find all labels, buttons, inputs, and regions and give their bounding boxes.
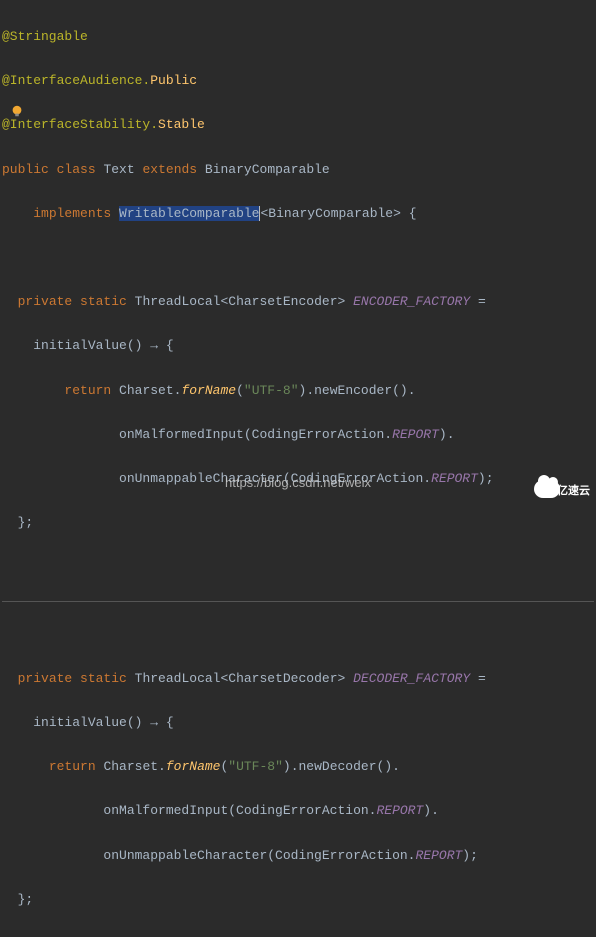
type-enc: ThreadLocal<CharsetEncoder> (135, 294, 346, 309)
report-enc1: REPORT (392, 427, 439, 442)
after-report-enc1: ). (439, 427, 455, 442)
lambda-open-enc: () → { (127, 338, 174, 353)
unmap-dec: onUnmappableCharacter(CodingErrorAction. (103, 848, 415, 863)
keyword-private-dec: private (18, 671, 73, 686)
code-line: }; (2, 512, 594, 534)
charset-enc: Charset. (119, 383, 181, 398)
selection-writablecomparable[interactable]: WritableComparable (119, 206, 259, 221)
after-report-dec1: ). (423, 803, 439, 818)
charset-dec: Charset. (103, 759, 165, 774)
code-line: private static ThreadLocal<CharsetDecode… (2, 668, 594, 690)
keyword-class: class (57, 162, 96, 177)
assign: = (478, 294, 486, 309)
keyword-return-dec: return (49, 759, 96, 774)
close-enc: }; (18, 515, 34, 530)
keyword-public: public (2, 162, 49, 177)
field-encoder-factory: ENCODER_FACTORY (353, 294, 470, 309)
keyword-static: static (80, 294, 127, 309)
blank-line (2, 624, 594, 646)
newencoder: .newEncoder(). (306, 383, 415, 398)
type-dec: ThreadLocal<CharsetDecoder> (135, 671, 346, 686)
code-line: return Charset.forName("UTF-8").newDecod… (2, 756, 594, 778)
code-line: @InterfaceStability.Stable (2, 114, 594, 136)
code-line: implements WritableComparable<BinaryComp… (2, 203, 594, 225)
malformed-dec: onMalformedInput(CodingErrorAction. (103, 803, 376, 818)
code-line: }; (2, 889, 594, 911)
code-line: onMalformedInput(CodingErrorAction.REPOR… (2, 800, 594, 822)
watermark-text: https://blog.csdn.net/weix (0, 472, 596, 494)
string-utf8-dec: "UTF-8" (228, 759, 283, 774)
field-decoder-factory: DECODER_FACTORY (353, 671, 470, 686)
code-line: onUnmappableCharacter(CodingErrorAction.… (2, 845, 594, 867)
keyword-private: private (18, 294, 73, 309)
superclass: BinaryComparable (205, 162, 330, 177)
report-dec2: REPORT (415, 848, 462, 863)
keyword-return: return (64, 383, 111, 398)
separator-line (2, 601, 594, 602)
newdecoder: .newDecoder(). (291, 759, 400, 774)
close-dec: }; (18, 892, 34, 907)
keyword-static-dec: static (80, 671, 127, 686)
code-line: initialValue() → { (2, 712, 594, 734)
code-line: private static ThreadLocal<CharsetEncode… (2, 291, 594, 313)
annotation-audience-prefix: @InterfaceAudience. (2, 73, 150, 88)
code-line: initialValue() → { (2, 335, 594, 357)
code-line: public class Text extends BinaryComparab… (2, 159, 594, 181)
annotation-stability-prefix: @InterfaceStability. (2, 117, 158, 132)
class-name: Text (103, 162, 134, 177)
annotation-audience-value: Public (150, 73, 197, 88)
generic-type: <BinaryComparable> { (260, 206, 416, 221)
blank-line (2, 247, 594, 269)
logo-text: 亿速云 (557, 482, 590, 501)
annotation-stability-value: Stable (158, 117, 205, 132)
code-line: @Stringable (2, 26, 594, 48)
annotation-stringable: @Stringable (2, 29, 88, 44)
assign-dec: = (478, 671, 486, 686)
blank-line (2, 556, 594, 578)
malformed-enc: onMalformedInput(CodingErrorAction. (119, 427, 392, 442)
code-line: return Charset.forName("UTF-8").newEncod… (2, 380, 594, 402)
after-report-dec2: ); (462, 848, 478, 863)
forname-dec: forName (166, 759, 221, 774)
keyword-implements: implements (33, 206, 111, 221)
code-line: @InterfaceAudience.Public (2, 70, 594, 92)
init-lhs-enc: initialValue (33, 338, 127, 353)
keyword-extends: extends (142, 162, 197, 177)
forname-enc: forName (181, 383, 236, 398)
report-dec1: REPORT (376, 803, 423, 818)
string-utf8-enc: "UTF-8" (244, 383, 299, 398)
lambda-open-dec: () → { (127, 715, 174, 730)
yisu-logo: 亿速云 (530, 476, 590, 502)
code-editor[interactable]: @Stringable @InterfaceAudience.Public @I… (0, 0, 596, 937)
code-line: onMalformedInput(CodingErrorAction.REPOR… (2, 424, 594, 446)
init-lhs-dec: initialValue (33, 715, 127, 730)
